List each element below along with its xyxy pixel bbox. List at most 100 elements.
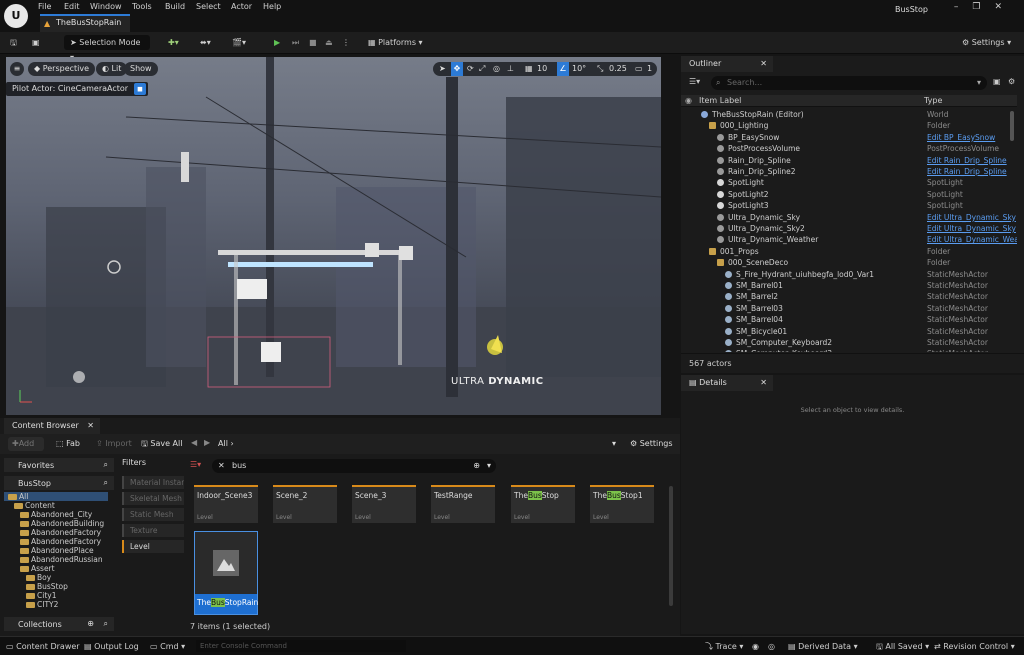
angle-snap-icon[interactable]: ∠ bbox=[557, 62, 569, 76]
viewport-menu-icon[interactable]: ≡ bbox=[10, 62, 24, 76]
outliner-row[interactable]: TheBusStopRain (Editor) World bbox=[681, 109, 1017, 120]
asset-tile[interactable]: Indoor_Scene3 Level bbox=[194, 485, 258, 523]
asset-tile[interactable]: TestRange Level bbox=[431, 485, 495, 523]
record-icon[interactable]: ◎ bbox=[768, 640, 775, 653]
outliner-row[interactable]: Ultra_Dynamic_Weather Edit Ultra_Dynamic_… bbox=[681, 234, 1017, 245]
clear-icon[interactable]: ✕ bbox=[218, 459, 225, 473]
eject-icon[interactable]: ⏏ bbox=[325, 35, 333, 50]
chevron-down-icon[interactable]: ▾ bbox=[487, 459, 491, 473]
unreal-logo-icon[interactable]: U bbox=[4, 4, 28, 28]
outliner-scrollbar[interactable] bbox=[1010, 111, 1014, 141]
back-icon[interactable]: ◀ bbox=[191, 438, 197, 447]
menu-window[interactable]: Window bbox=[90, 2, 122, 11]
settings-dropdown[interactable]: ⚙ Settings ▾ bbox=[962, 35, 1011, 50]
outliner-row[interactable]: Rain_Drip_Spline Edit Rain_Drip_Spline bbox=[681, 155, 1017, 166]
add-button[interactable]: ✚Add bbox=[8, 437, 44, 451]
world-icon[interactable]: ◎ bbox=[493, 64, 500, 73]
folder-tree-item[interactable]: Abandoned_City bbox=[4, 510, 108, 519]
outliner-row[interactable]: SpotLight3 SpotLight bbox=[681, 200, 1017, 211]
platforms-dropdown[interactable]: ▦ Platforms ▾ bbox=[368, 35, 423, 50]
outliner-row[interactable]: Rain_Drip_Spline2 Edit Rain_Drip_Spline bbox=[681, 166, 1017, 177]
level-document-tab[interactable]: ▲ TheBusStopRain bbox=[40, 14, 130, 32]
outliner-row[interactable]: SM_Computer_Keyboard2 StaticMeshActor bbox=[681, 337, 1017, 348]
path-breadcrumb[interactable]: All › ▾ bbox=[218, 438, 620, 450]
lit-button[interactable]: ◐ Lit bbox=[96, 62, 128, 76]
outliner-row[interactable]: SpotLight SpotLight bbox=[681, 177, 1017, 188]
perspective-button[interactable]: ◆ Perspective bbox=[28, 62, 96, 76]
camera-icon[interactable]: ◉ bbox=[752, 640, 759, 653]
outliner-tab[interactable]: Outliner ✕ bbox=[681, 56, 773, 72]
close-icon[interactable]: ✕ bbox=[760, 375, 767, 391]
derived-data-button[interactable]: ▤ Derived Data ▾ bbox=[788, 640, 858, 653]
menu-tools[interactable]: Tools bbox=[132, 2, 152, 11]
outliner-row[interactable]: PostProcessVolume PostProcessVolume bbox=[681, 143, 1017, 154]
grid-snap-value[interactable]: 10 bbox=[537, 62, 547, 76]
asset-search-input[interactable]: ✕ bus ⊕ ▾ bbox=[212, 459, 496, 473]
folder-tree-item[interactable]: CITY2 bbox=[4, 600, 108, 609]
outliner-row[interactable]: SM_Bicycle01 StaticMeshActor bbox=[681, 326, 1017, 337]
browse-icon[interactable]: ▣ bbox=[32, 35, 40, 50]
folder-tree-item[interactable]: AbandonedBuilding bbox=[4, 519, 108, 528]
type-column[interactable]: Type bbox=[924, 96, 942, 105]
outliner-row[interactable]: SM_Barrel04 StaticMeshActor bbox=[681, 314, 1017, 325]
outliner-row-type[interactable]: Edit Rain_Drip_Spline bbox=[927, 155, 1017, 166]
asset-tile[interactable]: TheBusStop1 Level bbox=[590, 485, 654, 523]
scale-tool-icon[interactable]: ⤢ bbox=[479, 64, 485, 74]
outliner-row-type[interactable]: Edit Ultra_Dynamic_Sky bbox=[927, 212, 1017, 223]
add-collection-icon[interactable]: ⊕ bbox=[87, 619, 94, 628]
save-icon[interactable]: 🖫 bbox=[10, 35, 17, 50]
folder-tree-item[interactable]: AbandonedPlace bbox=[4, 546, 108, 555]
pilot-actor-bar[interactable]: Pilot Actor: CineCameraActor ◼ bbox=[6, 82, 148, 96]
search-icon[interactable]: ⌕ bbox=[104, 460, 108, 470]
trace-dropdown[interactable]: ⤵ Trace ▾ bbox=[705, 640, 743, 653]
outliner-row-type[interactable]: Edit Ultra_Dynamic_Sky bbox=[927, 223, 1017, 234]
grid-snap-icon[interactable]: ▦ bbox=[525, 64, 533, 73]
selection-mode-dropdown[interactable]: ➤ Selection Mode ▾ bbox=[64, 35, 150, 62]
add-folder-icon[interactable]: ▣ bbox=[993, 77, 1001, 86]
more-options-icon[interactable]: ⋮ bbox=[342, 35, 350, 50]
level-viewport[interactable]: ≡ ◆ Perspective ◐ Lit Show Pilot Actor: … bbox=[6, 57, 661, 415]
filter-chip[interactable]: Skeletal Mesh bbox=[122, 492, 184, 505]
outliner-row-type[interactable]: Edit Rain_Drip_Spline bbox=[927, 166, 1017, 177]
filter-chip[interactable]: Static Mesh bbox=[122, 508, 184, 521]
cinematics-icon[interactable]: 🎬▾ bbox=[232, 35, 246, 50]
asset-tile[interactable]: TheBusStop Level bbox=[511, 485, 575, 523]
folder-tree-item[interactable]: All bbox=[4, 492, 108, 501]
save-all-button[interactable]: 🖫 Save All bbox=[141, 437, 182, 451]
select-tool-icon[interactable]: ➤ bbox=[439, 64, 446, 73]
selected-asset-tile[interactable]: TheBusStopRain bbox=[194, 531, 258, 615]
folder-tree-item[interactable]: AbandonedFactory bbox=[4, 528, 108, 537]
blueprint-icon[interactable]: ⬌▾ bbox=[200, 35, 211, 50]
visibility-column-icon[interactable]: ◉ bbox=[685, 96, 692, 105]
outliner-settings-icon[interactable]: ⚙ bbox=[1008, 77, 1015, 86]
filter-chip[interactable]: Texture bbox=[122, 524, 184, 537]
collections-section[interactable]: Collections ⊕ ⌕ bbox=[4, 617, 114, 631]
menu-file[interactable]: File bbox=[38, 2, 51, 11]
camera-speed-value[interactable]: 1 bbox=[647, 62, 652, 76]
chevron-down-icon[interactable]: ▾ bbox=[612, 438, 616, 450]
step-icon[interactable]: ⏭ bbox=[292, 35, 299, 50]
project-section[interactable]: BusStop ⌕ bbox=[4, 476, 114, 490]
folder-tree-item[interactable]: Boy bbox=[4, 573, 108, 582]
outliner-row[interactable]: SM_Barrel03 StaticMeshActor bbox=[681, 303, 1017, 314]
content-drawer-button[interactable]: ▭ Content Drawer bbox=[6, 640, 80, 653]
outliner-row[interactable]: 001_Props Folder bbox=[681, 246, 1017, 257]
window-controls[interactable]: –❐✕ bbox=[954, 2, 1016, 12]
menu-select[interactable]: Select bbox=[196, 2, 221, 11]
scale-snap-icon[interactable]: ⤡ bbox=[597, 64, 603, 74]
filter-icon[interactable]: ☰▾ bbox=[689, 77, 700, 86]
search-icon[interactable]: ⌕ bbox=[104, 478, 108, 488]
asset-scrollbar[interactable] bbox=[669, 486, 673, 606]
outliner-row[interactable]: SM_Barrel2 StaticMeshActor bbox=[681, 291, 1017, 302]
search-icon[interactable]: ⌕ bbox=[104, 619, 108, 629]
menu-actor[interactable]: Actor bbox=[231, 2, 252, 11]
outliner-row[interactable]: 000_Lighting Folder bbox=[681, 120, 1017, 131]
outliner-row[interactable]: 000_SceneDeco Folder bbox=[681, 257, 1017, 268]
rotate-tool-icon[interactable]: ⟳ bbox=[467, 64, 474, 73]
menu-help[interactable]: Help bbox=[263, 2, 281, 11]
folder-tree-item[interactable]: BusStop bbox=[4, 582, 108, 591]
outliner-row[interactable]: BP_EasySnow Edit BP_EasySnow bbox=[681, 132, 1017, 143]
scale-snap-value[interactable]: 0.25 bbox=[609, 62, 627, 76]
folder-tree-item[interactable]: AbandonedFactory bbox=[4, 537, 108, 546]
outliner-search-input[interactable]: ⌕ Search... ▾ bbox=[711, 76, 987, 90]
